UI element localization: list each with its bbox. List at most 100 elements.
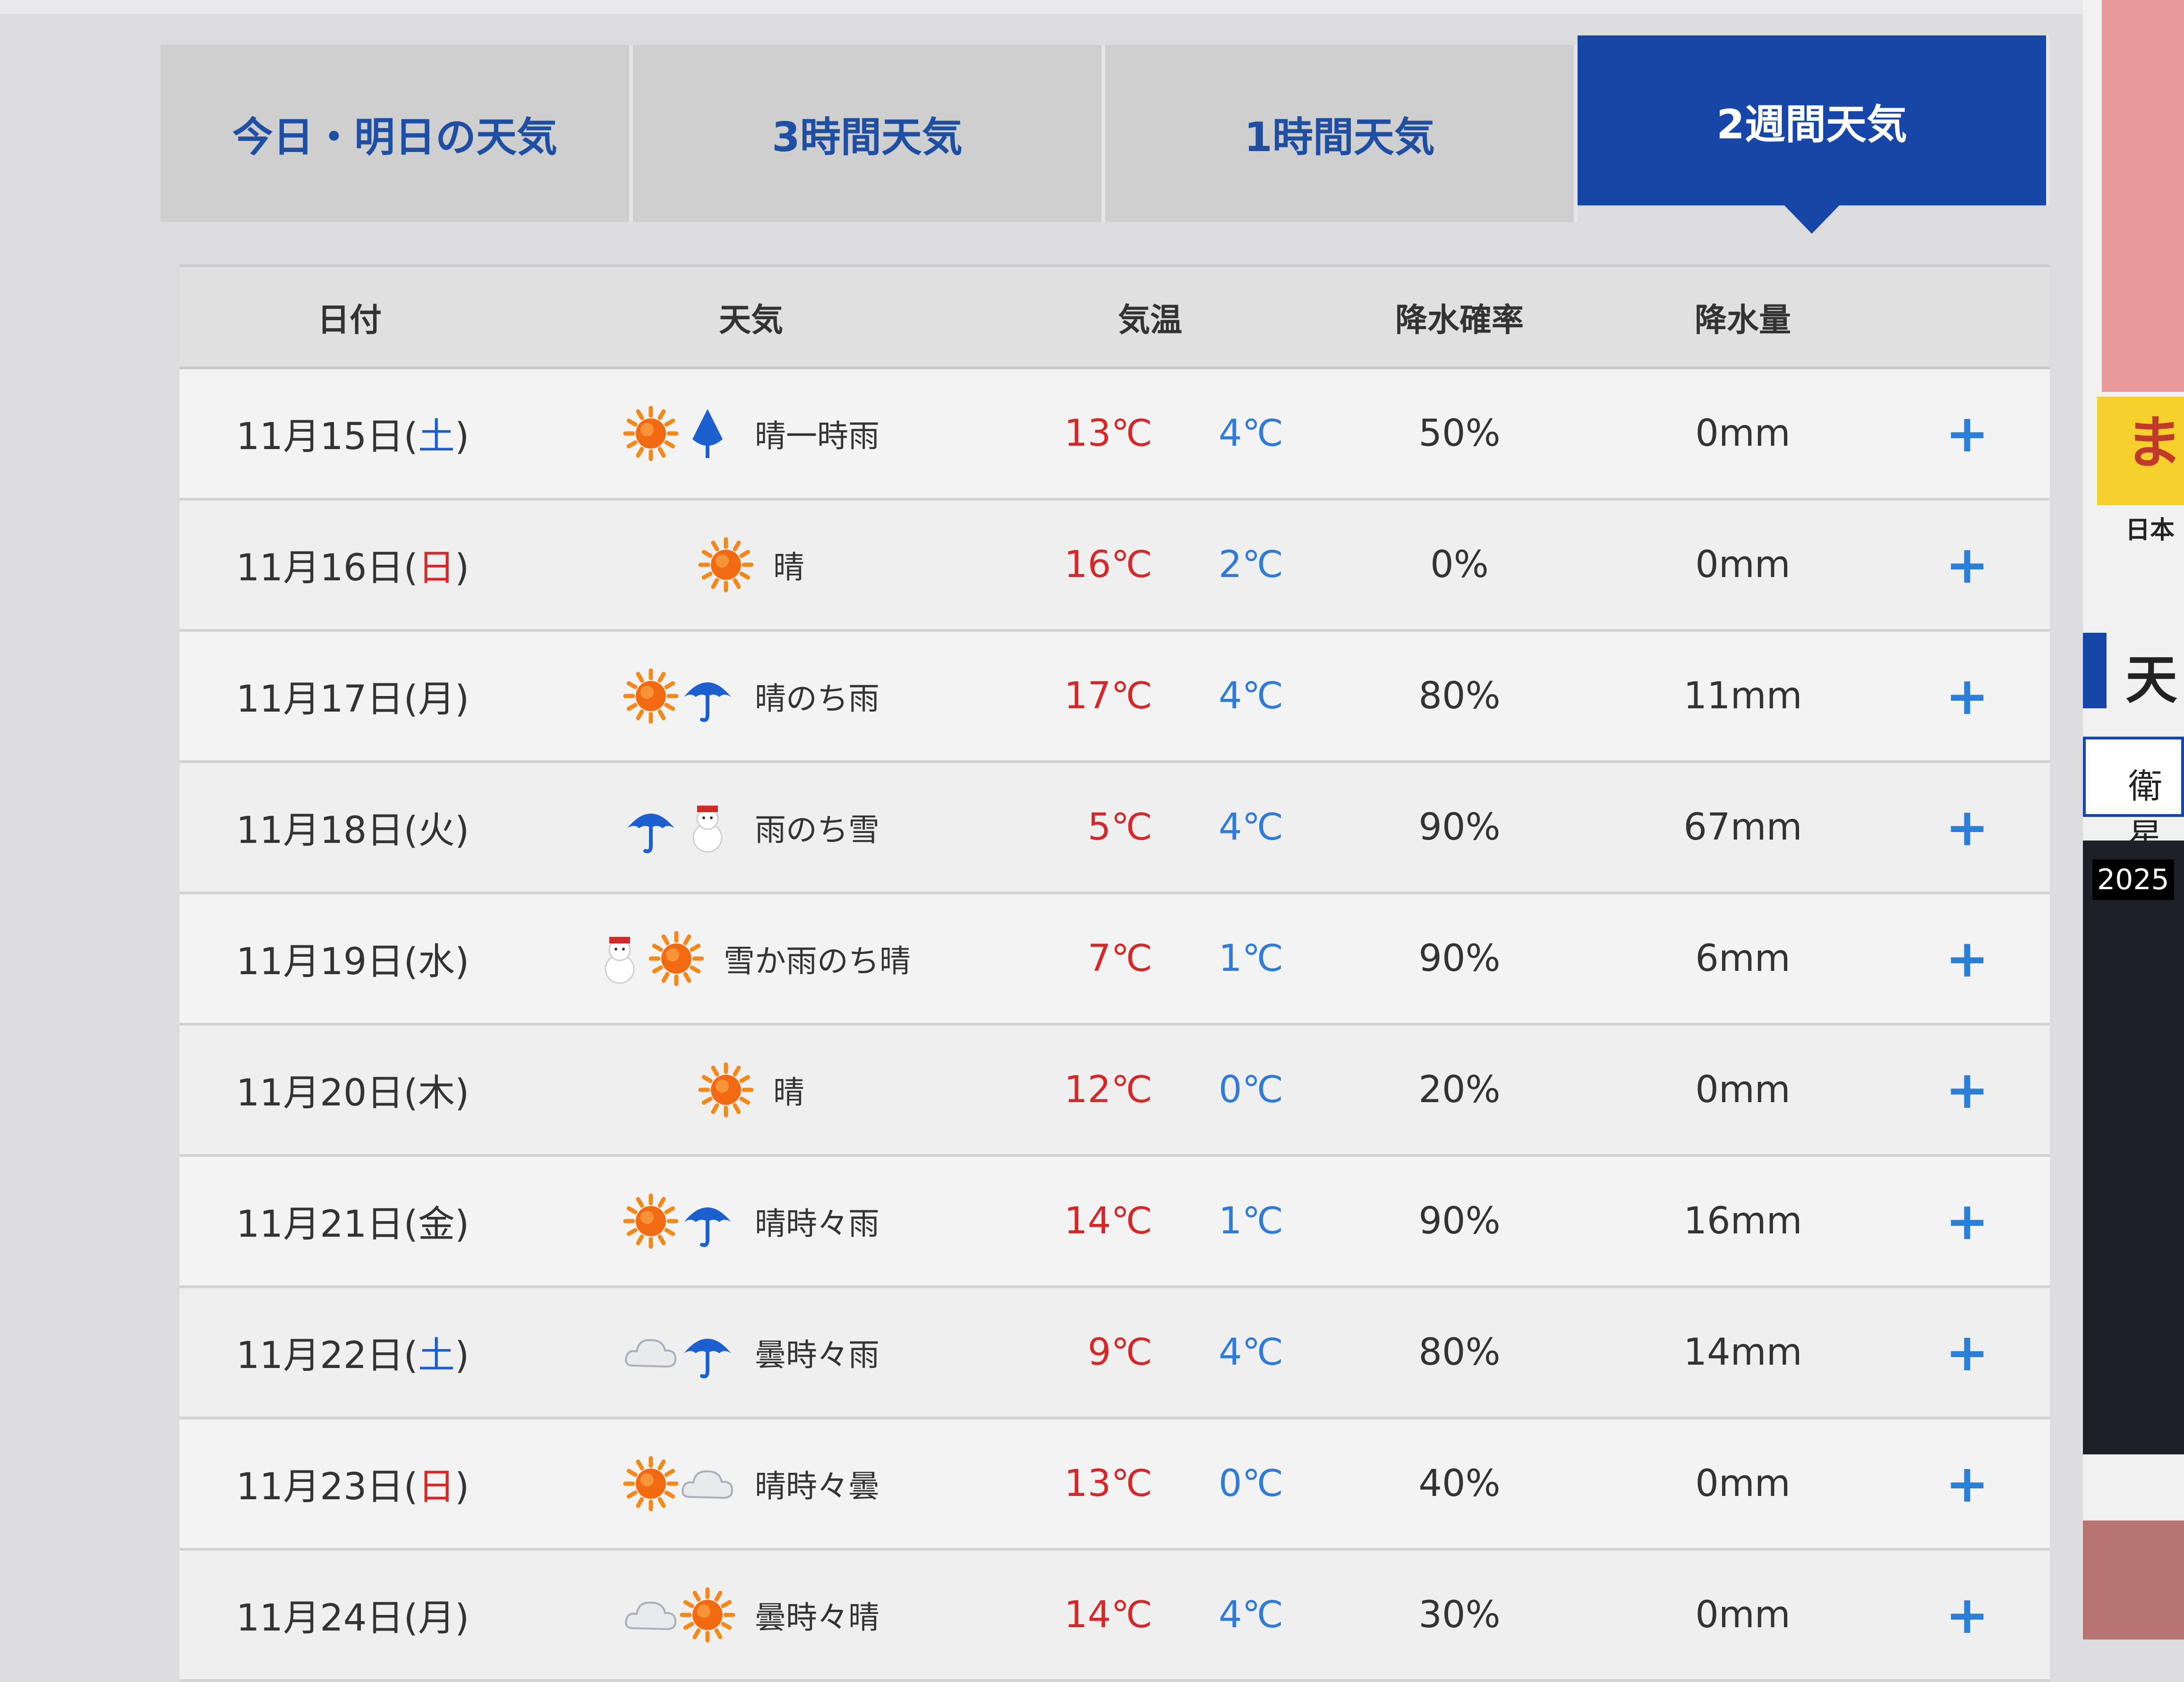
precip-amount: 67mm	[1683, 806, 1802, 849]
precip-probability: 90%	[1418, 806, 1501, 849]
weather-icons	[698, 1062, 754, 1118]
row-day-of-week: 金	[418, 1203, 455, 1246]
expand-row-button[interactable]: +	[1885, 1322, 2050, 1383]
sun-icon	[648, 931, 704, 986]
expand-row-button[interactable]: +	[1885, 797, 2050, 858]
table-row[interactable]: 11月20日(木) 晴 12℃ 0℃ 20% 0mm +	[179, 1026, 2050, 1157]
expand-row-button[interactable]: +	[1885, 1060, 2050, 1120]
temp-high: 9℃	[1087, 1331, 1152, 1374]
sidebar-bottom-image[interactable]	[2083, 1521, 2184, 1640]
weather-text: 雨のち雪	[755, 812, 879, 848]
temp-high: 13℃	[1064, 412, 1152, 455]
expand-row-button[interactable]: +	[1885, 1585, 2050, 1645]
precip-amount: 0mm	[1695, 1594, 1791, 1636]
expand-row-button[interactable]: +	[1885, 928, 2050, 989]
temp-low: 1℃	[1219, 937, 1284, 980]
weather-icons	[623, 1587, 736, 1643]
row-date: 11月22日(土)	[236, 1334, 469, 1377]
table-row[interactable]: 11月24日(月) 曇時々晴 14℃ 4℃ 30% 0mm +	[179, 1551, 2050, 1682]
precip-amount: 6mm	[1695, 937, 1791, 980]
sun-icon	[623, 1193, 679, 1249]
expand-row-button[interactable]: +	[1885, 666, 2050, 726]
temp-high: 17℃	[1064, 675, 1152, 717]
temp-high: 12℃	[1064, 1069, 1152, 1111]
temp-low: 4℃	[1219, 412, 1284, 455]
table-row[interactable]: 11月16日(日) 晴 16℃ 2℃ 0% 0mm +	[179, 501, 2050, 632]
satellite-button[interactable]: 衛星	[2083, 737, 2184, 856]
table-row[interactable]: 11月19日(水) 雪か雨のち晴 7℃ 1℃ 90% 6mm +	[179, 894, 2050, 1026]
tab-1-hour[interactable]: 1時間天気	[1105, 45, 1578, 222]
weather-icons	[623, 1324, 736, 1381]
temp-high: 7℃	[1087, 937, 1152, 980]
weather-icons	[623, 1193, 736, 1249]
row-date: 11月18日(火)	[236, 809, 469, 852]
weather-icons	[623, 1455, 736, 1512]
table-row[interactable]: 11月18日(火) 雨のち雪 5℃ 4℃ 90% 67mm +	[179, 763, 2050, 894]
row-weather: 雨のち雪	[520, 799, 982, 856]
row-date: 11月21日(金)	[236, 1203, 469, 1246]
row-day-of-week: 月	[418, 1597, 455, 1640]
row-weather: 晴時々曇	[520, 1455, 982, 1512]
expand-row-button[interactable]: +	[1885, 403, 2050, 464]
row-day-of-week: 水	[418, 941, 455, 983]
sidebar-section-title: 天	[2125, 650, 2177, 710]
row-day-of-week: 土	[418, 416, 455, 458]
expand-row-button[interactable]: +	[1885, 535, 2050, 595]
temp-high: 5℃	[1087, 806, 1152, 849]
header-date: 日付	[317, 301, 382, 339]
sun-icon	[698, 537, 754, 593]
ad-banner-image[interactable]	[2102, 0, 2184, 392]
precip-probability: 30%	[1418, 1594, 1501, 1636]
row-date: 11月20日(木)	[236, 1072, 469, 1114]
weather-text: 晴	[773, 549, 804, 586]
row-weather: 晴のち雨	[520, 668, 982, 724]
temp-low: 2℃	[1219, 544, 1284, 586]
tab-3-hour[interactable]: 3時間天気	[633, 45, 1105, 222]
row-date: 11月16日(日)	[236, 547, 469, 589]
satellite-map-thumbnail[interactable]: 2025	[2083, 841, 2184, 1454]
sun-icon	[623, 406, 679, 461]
temp-high: 14℃	[1064, 1200, 1152, 1242]
weather-icons	[623, 668, 736, 724]
row-weather: 曇時々晴	[520, 1587, 982, 1643]
screen-top-edge	[0, 0, 2184, 14]
weather-text: 晴一時雨	[755, 418, 879, 454]
row-date: 11月19日(水)	[236, 941, 469, 983]
table-row[interactable]: 11月15日(土) 晴一時雨 13℃ 4℃ 50% 0mm +	[179, 369, 2050, 501]
header-temp: 気温	[1118, 301, 1182, 339]
tab-today-tomorrow[interactable]: 今日・明日の天気	[161, 45, 633, 222]
row-date: 11月17日(月)	[236, 678, 469, 721]
cloud-icon	[682, 1470, 734, 1499]
precip-probability: 90%	[1418, 937, 1501, 980]
row-day-of-week: 日	[418, 1466, 455, 1508]
right-sidebar: ま 日本 天 衛星 2025	[2083, 0, 2184, 1640]
temp-high: 14℃	[1064, 1594, 1152, 1636]
forecast-tabs: 今日・明日の天気 3時間天気 1時間天気 2週間天気	[161, 35, 2059, 234]
weather-text: 曇時々晴	[755, 1599, 879, 1636]
row-weather: 晴	[520, 536, 982, 593]
row-date: 11月15日(土)	[236, 416, 469, 458]
weather-text: 曇時々雨	[755, 1337, 879, 1373]
table-row[interactable]: 11月23日(日) 晴時々曇 13℃ 0℃ 40% 0mm +	[179, 1419, 2050, 1551]
table-row[interactable]: 11月17日(月) 晴のち雨 17℃ 4℃ 80% 11mm +	[179, 632, 2050, 763]
two-week-forecast-table: 日付 天気 気温 降水確率 降水量 11月15日(土) 晴一時雨 13℃ 4℃ …	[179, 264, 2050, 1682]
weather-icons	[623, 799, 736, 856]
rain-drop-icon	[692, 409, 723, 458]
umbrella-icon	[627, 814, 674, 853]
header-precip-prob: 降水確率	[1395, 301, 1524, 339]
temp-low: 0℃	[1219, 1462, 1284, 1505]
tab-2-week[interactable]: 2週間天気	[1578, 35, 2050, 234]
row-weather: 雪か雨のち晴	[520, 930, 982, 987]
expand-row-button[interactable]: +	[1885, 1453, 2050, 1514]
table-row[interactable]: 11月22日(土) 曇時々雨 9℃ 4℃ 80% 14mm +	[179, 1288, 2050, 1419]
table-row[interactable]: 11月21日(金) 晴時々雨 14℃ 1℃ 90% 16mm +	[179, 1157, 2050, 1288]
precip-probability: 80%	[1418, 1331, 1501, 1374]
umbrella-icon	[684, 1207, 731, 1247]
expand-row-button[interactable]: +	[1885, 1191, 2050, 1251]
weather-text: 晴時々曇	[755, 1468, 879, 1504]
table-header-row: 日付 天気 気温 降水確率 降水量	[179, 264, 2050, 369]
weather-text: 晴	[773, 1074, 804, 1111]
snowman-icon	[692, 806, 723, 853]
ad-banner-yellow[interactable]: ま	[2097, 397, 2184, 505]
weather-text: 晴のち雨	[755, 680, 879, 717]
